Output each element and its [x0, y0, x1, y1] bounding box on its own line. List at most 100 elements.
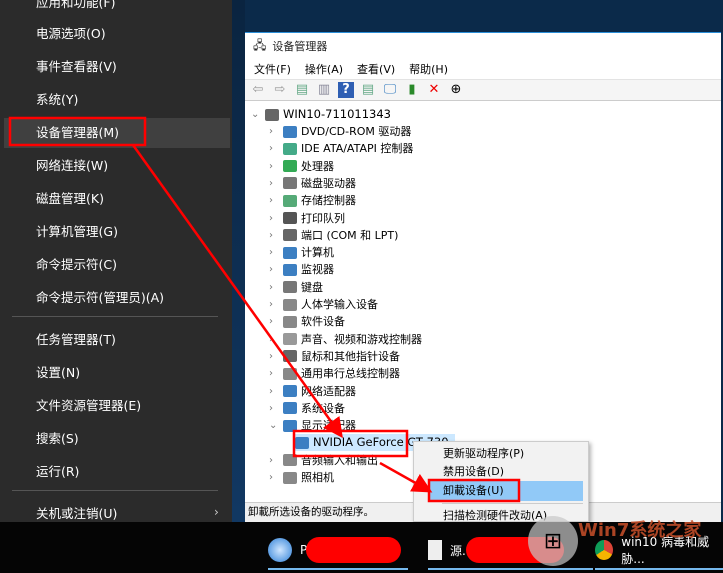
disable-icon[interactable]: ⊕ — [448, 82, 464, 98]
chevron-right-icon[interactable]: › — [269, 348, 279, 365]
chevron-right-icon[interactable]: › — [269, 261, 279, 278]
context-menu: 更新驱动程序(P) 禁用设备(D) 卸載设备(U) 扫描检测硬件改动(A) — [413, 441, 589, 522]
tree-item[interactable]: › 鼠标和其他指针设备 — [269, 348, 400, 365]
chevron-down-icon[interactable]: ⌄ — [269, 417, 279, 434]
tree-item[interactable]: › IDE ATA/ATAPI 控制器 — [269, 140, 413, 157]
tree-item[interactable]: › 打印队列 — [269, 210, 345, 227]
chevron-right-icon[interactable]: › — [269, 244, 279, 261]
taskbar-item[interactable]: P... — [268, 532, 408, 570]
tree-item-label: 声音、视频和游戏控制器 — [301, 332, 422, 346]
chevron-right-icon[interactable]: › — [269, 469, 279, 486]
winx-menu-item[interactable]: 命令提示符(管理员)(A) — [4, 283, 230, 313]
tree-item[interactable]: › 通用串行总线控制器 — [269, 365, 400, 382]
tree-item-label: 处理器 — [301, 159, 334, 173]
device-category-icon — [283, 263, 297, 276]
scan-hardware-icon[interactable]: 🖵 — [382, 82, 398, 98]
tree-item-label: 监视器 — [301, 263, 334, 277]
winx-menu-item[interactable]: 运行(R) — [4, 457, 230, 487]
tree-item[interactable]: › 键盘 — [269, 279, 323, 296]
winx-menu-item[interactable]: 搜索(S) — [4, 424, 230, 454]
tree-item[interactable]: › 照相机 — [269, 469, 334, 486]
tree-item[interactable]: ⌄ 显示适配器 — [269, 417, 356, 434]
tree-item-label: 通用串行总线控制器 — [301, 367, 400, 381]
context-menu-item[interactable]: 卸載设备(U) — [429, 481, 583, 501]
tree-item[interactable]: › 磁盘驱动器 — [269, 175, 356, 192]
winx-menu: 应用和功能(F) 电源选项(O) 事件查看器(V) 系统(Y) 设备管理器(M) 网络连接… — [0, 0, 232, 573]
winx-menu-item[interactable]: 网络连接(W) — [4, 151, 230, 181]
tree-item[interactable]: › 监视器 — [269, 261, 334, 278]
chrome-icon — [595, 540, 614, 560]
chevron-right-icon[interactable]: › — [269, 227, 279, 244]
winx-menu-item[interactable]: 设置(N) — [4, 358, 230, 388]
context-menu-item[interactable]: 更新驱动程序(P) — [429, 444, 583, 464]
device-category-icon — [283, 298, 297, 311]
chevron-right-icon[interactable]: › — [269, 175, 279, 192]
tree-item-label: 显示适配器 — [301, 419, 356, 433]
uninstall-icon[interactable]: ✕ — [426, 82, 442, 98]
globe-icon — [268, 538, 292, 562]
menu-0[interactable]: 文件(F) — [254, 61, 291, 77]
tree-item[interactable]: › 存储控制器 — [269, 192, 356, 209]
winx-menu-item[interactable]: 事件查看器(V) — [4, 52, 230, 82]
tree-item-label: 网络适配器 — [301, 384, 356, 398]
chevron-right-icon[interactable]: › — [269, 140, 279, 157]
menu-2[interactable]: 查看(V) — [357, 61, 395, 77]
chevron-down-icon[interactable]: ⌄ — [251, 106, 261, 123]
tree-root[interactable]: ⌄ WIN10-711011343 — [251, 106, 391, 123]
chevron-right-icon[interactable]: › — [269, 365, 279, 382]
chevron-right-icon[interactable]: › — [269, 192, 279, 209]
watermark-logo: ⊞ — [528, 516, 578, 566]
chevron-right-icon[interactable]: › — [269, 313, 279, 330]
tree-item[interactable]: › 声音、视频和游戏控制器 — [269, 331, 422, 348]
chevron-right-icon[interactable]: › — [269, 279, 279, 296]
tree-item[interactable]: › 音频输入和输出 — [269, 452, 378, 469]
winx-menu-item[interactable]: 计算机管理(G) — [4, 217, 230, 247]
menu-3[interactable]: 帮助(H) — [409, 61, 448, 77]
submenu-chevron-icon: › — [214, 505, 219, 519]
tree-item[interactable]: › 计算机 — [269, 244, 334, 261]
tree-item[interactable]: › 人体学输入设备 — [269, 296, 378, 313]
chevron-right-icon[interactable]: › — [269, 383, 279, 400]
chevron-right-icon[interactable]: › — [269, 210, 279, 227]
device-category-icon — [283, 315, 297, 328]
device-category-icon — [283, 177, 297, 190]
tree-item[interactable]: › 网络适配器 — [269, 383, 356, 400]
computer-icon — [265, 108, 279, 121]
chevron-right-icon[interactable]: › — [269, 452, 279, 469]
show-hide-console-icon[interactable]: ▤ — [294, 82, 310, 98]
update-driver-icon[interactable]: ▮ — [404, 82, 420, 98]
winx-menu-item[interactable]: 文件资源管理器(E) — [4, 391, 230, 421]
window-title: 设备管理器 — [272, 40, 328, 53]
back-icon[interactable]: ⇦ — [250, 82, 266, 98]
context-menu-item[interactable]: 禁用设备(D) — [429, 462, 583, 482]
menu-1[interactable]: 操作(A) — [305, 61, 343, 77]
winx-menu-item[interactable]: 设备管理器(M) — [4, 118, 230, 148]
chevron-right-icon[interactable]: › — [269, 158, 279, 175]
tree-item[interactable]: › 系统设备 — [269, 400, 345, 417]
winx-menu-item[interactable]: 系统(Y) — [4, 85, 230, 115]
chevron-right-icon[interactable]: › — [269, 296, 279, 313]
winx-menu-item[interactable]: 任务管理器(T) — [4, 325, 230, 355]
help-icon[interactable]: ? — [338, 82, 354, 98]
chevron-right-icon[interactable]: › — [269, 331, 279, 348]
tree-item[interactable]: › DVD/CD-ROM 驱动器 — [269, 123, 411, 140]
forward-icon[interactable]: ⇨ — [272, 82, 288, 98]
winx-menu-item[interactable]: 磁盘管理(K) — [4, 184, 230, 214]
winx-menu-item[interactable]: 应用和功能(F) — [4, 0, 230, 18]
tree-item-label: 键盘 — [301, 280, 323, 294]
winx-menu-item[interactable]: 命令提示符(C) — [4, 250, 230, 280]
display-adapter-icon — [295, 436, 309, 449]
tree-item-label: 鼠标和其他指针设备 — [301, 349, 400, 363]
chevron-right-icon[interactable]: › — [269, 400, 279, 417]
chevron-right-icon[interactable]: › — [269, 123, 279, 140]
winx-menu-item[interactable]: 电源选项(O) — [4, 19, 230, 49]
separator — [442, 503, 583, 504]
menu-bar: 文件(F) 操作(A) 查看(V) 帮助(H) — [245, 59, 721, 79]
separator — [12, 490, 218, 491]
tree-item[interactable]: › 软件设备 — [269, 313, 345, 330]
tree-item[interactable]: › 端口 (COM 和 LPT) — [269, 227, 398, 244]
action-pane-icon[interactable]: ▤ — [360, 82, 376, 98]
tree-item[interactable]: › 处理器 — [269, 158, 334, 175]
properties-icon[interactable]: ▥ — [316, 82, 332, 98]
separator — [12, 316, 218, 317]
